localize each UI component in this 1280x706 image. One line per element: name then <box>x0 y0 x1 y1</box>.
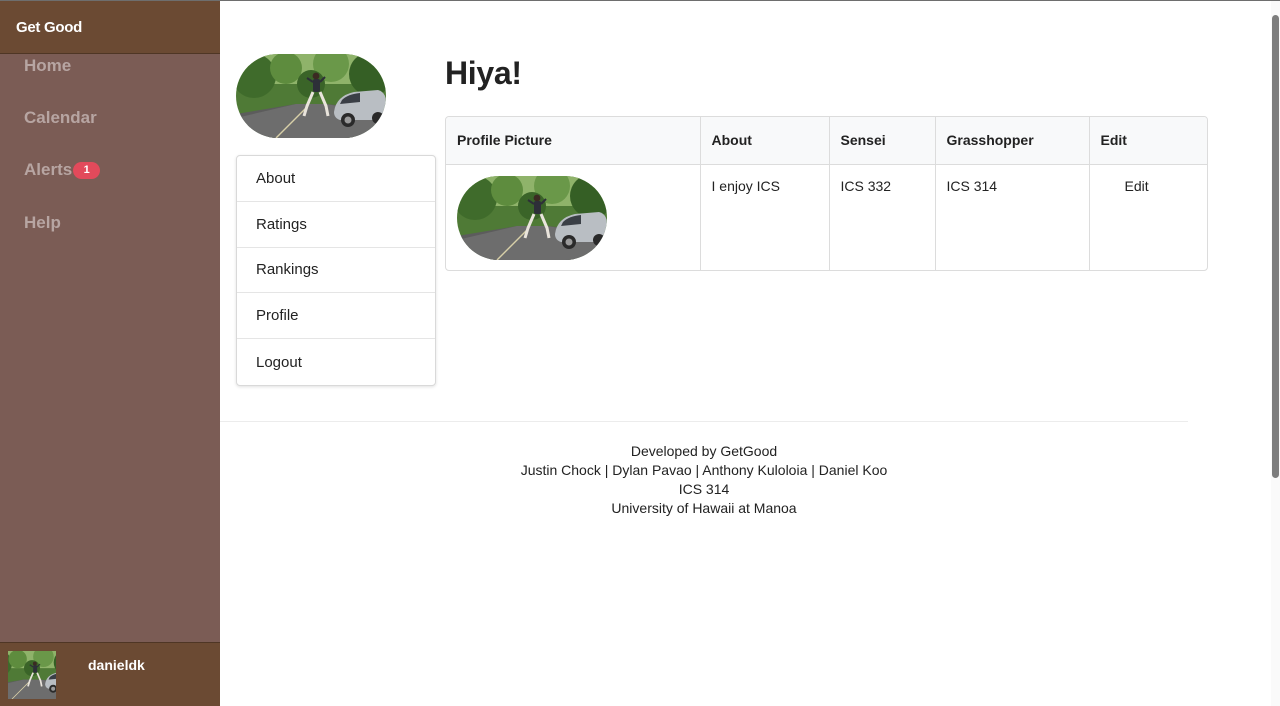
nav-item-alerts-label: Alerts <box>24 160 73 179</box>
footer-authors: Justin Chock | Dylan Pavao | Anthony Kul… <box>520 462 888 478</box>
menu-item-logout[interactable]: Logout <box>237 339 435 385</box>
nav-item-calendar[interactable]: Calendar <box>24 108 97 128</box>
column-header-edit: Edit <box>1089 117 1207 165</box>
profile-menu: About Ratings Rankings Profile Logout <box>236 155 436 386</box>
edit-link[interactable]: Edit <box>1125 178 1149 194</box>
scrollbar-thumb[interactable] <box>1272 15 1279 478</box>
nav-item-home-label: Home <box>24 56 72 75</box>
menu-item-rankings[interactable]: Rankings <box>237 248 435 294</box>
nav-item-home[interactable]: Home <box>24 56 71 76</box>
column-header-profile-picture: Profile Picture <box>446 117 701 165</box>
profile-table: Profile Picture About Sensei Grasshopper… <box>445 116 1208 271</box>
cell-profile-picture <box>446 164 701 270</box>
nav-item-help[interactable]: Help <box>24 213 61 233</box>
cell-about: I enjoy ICS <box>700 164 830 270</box>
profile-photo <box>236 54 386 138</box>
cell-grasshopper: ICS 314 <box>935 164 1090 270</box>
vertical-scrollbar[interactable] <box>1271 1 1280 706</box>
table-header-row: Profile Picture About Sensei Grasshopper… <box>446 117 1207 165</box>
footer: Developed by GetGood Justin Chock | Dyla… <box>220 442 1188 518</box>
page-title: Hiya! <box>445 55 522 91</box>
menu-item-about[interactable]: About <box>237 156 435 202</box>
nav-item-calendar-label: Calendar <box>24 108 97 127</box>
menu-item-profile[interactable]: Profile <box>237 293 435 340</box>
column-header-grasshopper: Grasshopper <box>935 117 1090 165</box>
footer-credit: Developed by GetGood <box>630 443 778 459</box>
footer-divider <box>220 421 1188 422</box>
cell-edit: Edit <box>1089 164 1207 270</box>
footer-course: ICS 314 <box>678 481 730 497</box>
user-bar[interactable]: danieldk <box>0 642 220 706</box>
nav-item-help-label: Help <box>24 213 61 232</box>
username: danieldk <box>88 657 145 673</box>
row-profile-photo <box>457 175 607 260</box>
alerts-count-badge: 1 <box>73 161 101 179</box>
cell-sensei: ICS 332 <box>829 164 936 270</box>
table-row: I enjoy ICS ICS 332 ICS 314 Edit <box>446 164 1207 270</box>
footer-university: University of Hawaii at Manoa <box>611 500 797 516</box>
menu-item-ratings[interactable]: Ratings <box>237 202 435 248</box>
user-avatar-icon[interactable] <box>8 651 56 699</box>
sidebar: Get Good Home Calendar Alerts 1 Help dan… <box>0 1 220 706</box>
column-header-sensei: Sensei <box>829 117 936 165</box>
nav-item-alerts[interactable]: Alerts 1 <box>24 160 101 180</box>
brand-title[interactable]: Get Good <box>0 1 220 54</box>
column-header-about: About <box>700 117 830 165</box>
